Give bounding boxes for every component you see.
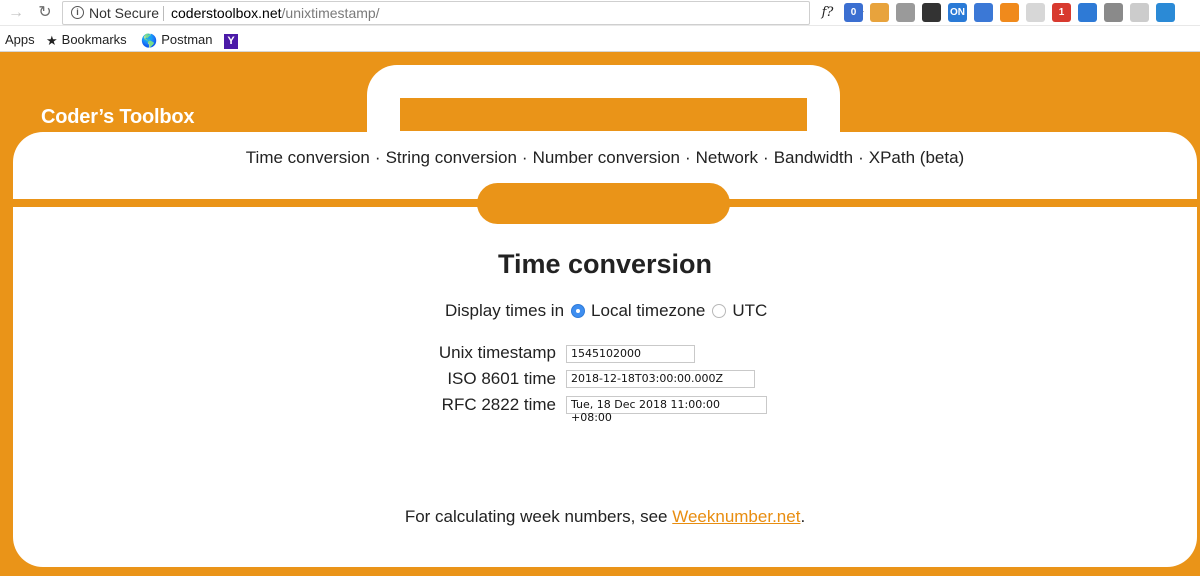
bookmarks-bar: Apps ★ Bookmarks 🌎 Postman Y bbox=[0, 27, 1200, 52]
ext-grey-circle-icon[interactable] bbox=[1130, 3, 1149, 22]
yahoo-icon: Y bbox=[224, 34, 238, 49]
iso-8601-input[interactable]: 2018-12-18T03:00:00.000Z bbox=[566, 370, 755, 388]
content-panel: Time conversion Display times in Local t… bbox=[13, 207, 1197, 567]
rfc-2822-label: RFC 2822 time bbox=[441, 395, 556, 414]
address-bar[interactable]: i Not Secure coderstoolbox.net/unixtimes… bbox=[62, 1, 865, 25]
site-logo[interactable]: Coder’s Toolbox bbox=[41, 106, 195, 129]
bookmark-bookmarks[interactable]: ★ Bookmarks bbox=[46, 32, 127, 49]
address-separator bbox=[163, 6, 164, 21]
bookmark-postman-label: Postman bbox=[161, 32, 213, 47]
ext-blue-bracket-icon[interactable] bbox=[1156, 3, 1175, 22]
weeknumber-link[interactable]: Weeknumber.net bbox=[672, 507, 800, 526]
bookmark-yahoo[interactable]: Y bbox=[224, 32, 238, 49]
page-background: Coder’s Toolbox Time conversion · String c… bbox=[0, 52, 1200, 576]
bookmark-bookmarks-label: Bookmarks bbox=[61, 32, 127, 47]
utc-label[interactable]: UTC bbox=[732, 301, 767, 321]
ext-multicolor-icon[interactable] bbox=[1078, 3, 1097, 22]
nav-xpath[interactable]: XPath (beta) bbox=[869, 148, 964, 167]
page-title: Time conversion bbox=[497, 249, 713, 279]
nav-separator: · bbox=[521, 148, 528, 167]
ext-counter-icon[interactable]: 0 bbox=[844, 3, 863, 22]
info-icon[interactable]: i bbox=[71, 6, 84, 19]
browser-toolbar: → ↻ i Not Secure coderstoolbox.net/unixt… bbox=[0, 0, 1200, 26]
reload-icon[interactable]: ↻ bbox=[35, 3, 55, 23]
globe-icon: 🌎 bbox=[141, 32, 158, 48]
security-label[interactable]: Not Secure bbox=[89, 5, 159, 21]
bookmark-apps[interactable]: Apps bbox=[5, 32, 35, 47]
nav-string-conversion[interactable]: String conversion bbox=[386, 148, 517, 167]
ext-red-badge-icon[interactable]: 1 bbox=[1052, 3, 1071, 22]
toolbox-handle-slot bbox=[400, 98, 807, 131]
bookmark-postman[interactable]: 🌎 Postman bbox=[141, 32, 213, 49]
footer-end: . bbox=[800, 507, 806, 526]
ext-sync-icon[interactable] bbox=[922, 3, 941, 22]
extension-icons: f? 0 ON 1 bbox=[818, 3, 1175, 23]
nav-bandwidth[interactable]: Bandwidth bbox=[774, 148, 853, 167]
local-timezone-radio[interactable] bbox=[571, 304, 586, 318]
url-host: coderstoolbox.net bbox=[171, 5, 282, 21]
ext-chart-icon[interactable] bbox=[1000, 3, 1019, 22]
ext-globe-icon[interactable] bbox=[896, 3, 915, 22]
ext-orange-flag-icon[interactable] bbox=[870, 3, 889, 22]
toolbox-latch bbox=[477, 183, 730, 224]
formula-f-icon[interactable]: f? bbox=[818, 3, 837, 22]
utc-radio[interactable] bbox=[712, 304, 727, 318]
nav-network[interactable]: Network bbox=[696, 148, 758, 167]
nav-separator: · bbox=[858, 148, 864, 167]
nav-number-conversion[interactable]: Number conversion bbox=[533, 148, 680, 167]
ext-v-icon[interactable] bbox=[1104, 3, 1123, 22]
unix-timestamp-input[interactable]: 1545102000 bbox=[566, 345, 695, 363]
footer-note: For calculating week numbers, see Weeknu… bbox=[13, 507, 1197, 527]
timezone-selector: Display times in Local timezone UTC bbox=[445, 301, 767, 321]
nav-separator: · bbox=[684, 148, 691, 167]
url-path: /unixtimestamp/ bbox=[281, 5, 380, 21]
footer-text: For calculating week numbers, see bbox=[404, 507, 673, 526]
unix-timestamp-label: Unix timestamp bbox=[438, 343, 556, 362]
iso-8601-label: ISO 8601 time bbox=[447, 369, 556, 388]
nav-separator: · bbox=[374, 148, 381, 167]
ext-on-icon[interactable]: ON bbox=[948, 3, 967, 22]
nav-time-conversion[interactable]: Time conversion bbox=[246, 148, 370, 167]
star-filled-icon: ★ bbox=[46, 32, 58, 48]
rfc-2822-input[interactable]: Tue, 18 Dec 2018 11:00:00 +08:00 bbox=[566, 396, 767, 424]
ext-grid-icon[interactable] bbox=[1026, 3, 1045, 22]
main-nav: Time conversion · String conversion · Number… bbox=[13, 148, 1197, 168]
back-arrow-icon[interactable]: → bbox=[6, 3, 26, 23]
ext-blue-square-icon[interactable] bbox=[974, 3, 993, 22]
url-text[interactable]: coderstoolbox.net/unixtimestamp/ bbox=[171, 5, 380, 21]
nav-separator: · bbox=[763, 148, 769, 167]
local-timezone-label[interactable]: Local timezone bbox=[591, 301, 705, 321]
timezone-label: Display times in bbox=[445, 301, 565, 320]
